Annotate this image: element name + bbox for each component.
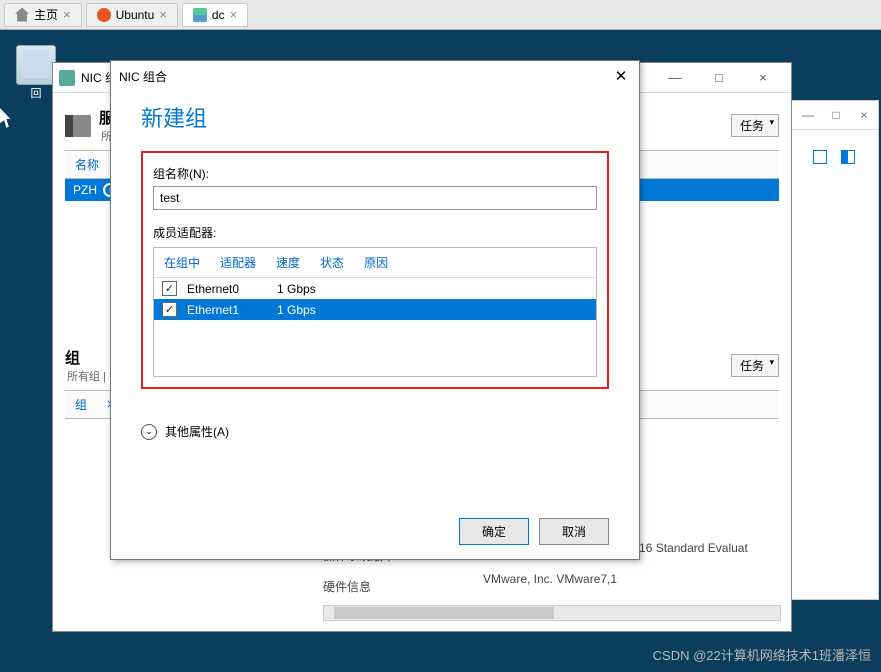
horizontal-scrollbar[interactable] <box>323 605 781 621</box>
dc-icon <box>193 8 207 22</box>
recycle-bin-label: 回 <box>16 85 56 101</box>
team-name-input[interactable] <box>153 186 597 210</box>
tasks-dropdown[interactable]: 任务 <box>731 114 779 137</box>
ubuntu-icon <box>97 8 111 22</box>
app-icon <box>59 70 75 86</box>
col-in-team[interactable]: 在组中 <box>154 248 210 277</box>
tab-label: dc <box>212 8 225 22</box>
checkbox[interactable]: ✓ <box>162 281 177 296</box>
new-team-dialog: NIC 组合 ✕ 新建组 组名称(N): 成员适配器: 在组中 适配器 速度 状… <box>110 60 640 560</box>
members-label: 成员适配器: <box>153 224 597 241</box>
teams-heading: 组 <box>65 347 106 368</box>
checkbox[interactable]: ✓ <box>162 302 177 317</box>
hw-label: 硬件信息 <box>323 578 483 595</box>
minimize-button[interactable]: — <box>653 64 697 92</box>
col-reason[interactable]: 原因 <box>354 248 398 277</box>
col-state[interactable]: 状态 <box>310 248 354 277</box>
tab-dc[interactable]: dc × <box>182 3 248 27</box>
col-name[interactable]: 名称 <box>65 151 109 178</box>
recycle-bin[interactable]: 回 <box>16 45 56 101</box>
dialog-title-bar: NIC 组合 ✕ <box>111 61 639 91</box>
layout-icon[interactable] <box>813 150 827 164</box>
hw-value: VMware, Inc. VMware7,1 <box>483 572 617 599</box>
team-name-label: 组名称(N): <box>153 165 597 182</box>
col-team[interactable]: 组 <box>65 391 97 418</box>
adapter-speed: 1 Gbps <box>277 282 316 296</box>
close-icon[interactable]: × <box>63 7 71 22</box>
teams-sub: 所有组 | <box>67 368 106 384</box>
tab-label: Ubuntu <box>116 8 155 22</box>
cancel-button[interactable]: 取消 <box>539 518 609 545</box>
cursor-icon <box>0 108 16 130</box>
adapter-columns: 在组中 适配器 速度 状态 原因 <box>154 248 596 278</box>
ok-button[interactable]: 确定 <box>459 518 529 545</box>
close-icon[interactable]: × <box>230 7 238 22</box>
tab-ubuntu[interactable]: Ubuntu × <box>86 3 178 27</box>
watermark: CSDN @22计算机网络技术1班潘泽恒 <box>653 645 871 664</box>
close-button[interactable]: × <box>850 101 878 129</box>
adapter-speed: 1 Gbps <box>277 303 316 317</box>
recycle-bin-icon <box>16 45 56 85</box>
home-icon <box>15 8 29 22</box>
tab-home[interactable]: 主页 × <box>4 3 82 27</box>
close-icon[interactable]: × <box>159 7 167 22</box>
other-properties-label: 其他属性(A) <box>165 423 229 440</box>
tab-bar: 主页 × Ubuntu × dc × <box>0 0 881 30</box>
window-controls: — □ × <box>790 101 878 130</box>
highlight-box: 组名称(N): 成员适配器: 在组中 适配器 速度 状态 原因 ✓ Ethern… <box>141 151 609 389</box>
adapter-name: Ethernet0 <box>187 282 267 296</box>
tasks-dropdown[interactable]: 任务 <box>731 354 779 377</box>
adapter-name: Ethernet1 <box>187 303 267 317</box>
maximize-button[interactable]: □ <box>697 64 741 92</box>
adapter-row[interactable]: ✓ Ethernet1 1 Gbps <box>154 299 596 320</box>
side-window: — □ × <box>789 100 879 600</box>
layout-half-icon[interactable] <box>841 150 855 164</box>
adapter-row[interactable]: ✓ Ethernet0 1 Gbps <box>154 278 596 299</box>
col-speed[interactable]: 速度 <box>266 248 310 277</box>
dialog-heading: 新建组 <box>141 101 609 133</box>
chevron-down-icon: ⌄ <box>141 424 157 440</box>
col-adapter[interactable]: 适配器 <box>210 248 266 277</box>
tab-label: 主页 <box>34 6 58 23</box>
adapter-list: 在组中 适配器 速度 状态 原因 ✓ Ethernet0 1 Gbps ✓ Et… <box>153 247 597 377</box>
server-name: PZH <box>73 183 97 197</box>
servers-icon <box>65 115 91 137</box>
maximize-button[interactable]: □ <box>822 101 850 129</box>
close-button[interactable]: ✕ <box>611 66 631 86</box>
close-button[interactable]: × <box>741 64 785 92</box>
dialog-title: NIC 组合 <box>119 68 167 85</box>
other-properties-expander[interactable]: ⌄ 其他属性(A) <box>141 423 609 440</box>
minimize-button[interactable]: — <box>794 101 822 129</box>
